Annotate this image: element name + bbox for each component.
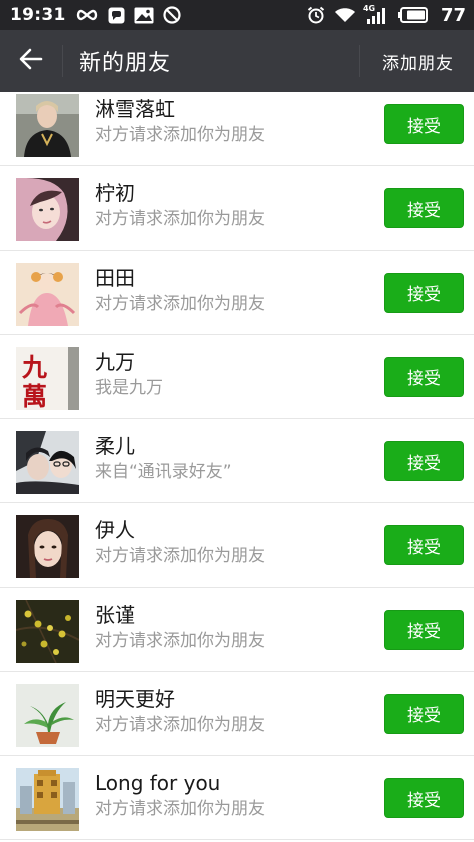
friend-request-row[interactable]: 淋雪落虹 对方请求添加你为朋友 接受 <box>0 92 474 167</box>
friend-message: 对方请求添加你为朋友 <box>95 630 265 651</box>
accept-button[interactable]: 接受 <box>384 188 464 229</box>
app-bar-divider <box>62 45 63 77</box>
status-left: 19:31 <box>10 5 181 25</box>
status-time: 19:31 <box>10 5 66 25</box>
back-button[interactable] <box>0 30 62 92</box>
friend-message: 对方请求添加你为朋友 <box>95 293 265 314</box>
accept-button[interactable]: 接受 <box>384 104 464 144</box>
friend-name: 柠初 <box>95 181 135 206</box>
image-icon <box>134 7 154 24</box>
friend-request-row[interactable]: 柠初 对方请求添加你为朋友 接受 <box>0 166 474 251</box>
avatar[interactable] <box>16 768 79 831</box>
friend-name: 伊人 <box>95 518 135 543</box>
friend-text: 淋雪落虹 对方请求添加你为朋友 <box>95 96 265 147</box>
signal-icon: 4G <box>362 3 389 24</box>
avatar[interactable] <box>16 515 79 579</box>
avatar[interactable] <box>16 431 79 494</box>
friend-message: 我是九万 <box>95 377 163 398</box>
status-right: 4G 77 <box>307 3 466 26</box>
friend-request-row[interactable]: 柔儿 来自“通讯录好友” 接受 <box>0 419 474 504</box>
add-friend-button[interactable]: 添加朋友 <box>360 30 474 92</box>
avatar[interactable] <box>16 599 79 663</box>
block-icon <box>163 6 181 24</box>
friend-message: 对方请求添加你为朋友 <box>95 714 265 735</box>
friend-text: Long for you 对方请求添加你为朋友 <box>95 770 265 821</box>
friend-name: 淋雪落虹 <box>95 97 175 121</box>
friend-text: 伊人 对方请求添加你为朋友 <box>95 517 265 568</box>
app-bar: 新的朋友 添加朋友 <box>0 30 474 92</box>
friend-message: 来自“通讯录好友” <box>95 462 232 482</box>
avatar[interactable] <box>16 94 79 157</box>
friend-message: 对方请求添加你为朋友 <box>95 125 265 145</box>
friend-list-content: 淋雪落虹 对方请求添加你为朋友 接受 柠初 对方请求添加你为朋友 接受 田田 对… <box>0 92 474 841</box>
avatar[interactable]: 九萬 <box>16 346 79 410</box>
friend-name: 明天更好 <box>95 686 175 711</box>
friend-request-row[interactable]: 田田 对方请求添加你为朋友 接受 <box>0 251 474 335</box>
accept-button[interactable]: 接受 <box>384 525 464 566</box>
svg-text:九: 九 <box>21 353 47 382</box>
avatar[interactable] <box>16 178 79 242</box>
friend-text: 柠初 对方请求添加你为朋友 <box>95 180 265 231</box>
friend-request-row[interactable]: 明天更好 对方请求添加你为朋友 接受 <box>0 672 474 756</box>
message-icon <box>108 7 125 24</box>
friend-message: 对方请求添加你为朋友 <box>95 799 265 819</box>
battery-level: 77 <box>440 4 466 26</box>
alarm-icon <box>307 6 325 24</box>
page-title: 新的朋友 <box>79 51 172 76</box>
friend-text: 明天更好 对方请求添加你为朋友 <box>95 686 265 737</box>
wifi-icon <box>334 7 356 23</box>
battery-icon <box>397 7 428 23</box>
friend-name: 田田 <box>95 265 135 290</box>
accept-button[interactable]: 接受 <box>384 693 464 734</box>
friend-name: Long for you <box>95 771 221 795</box>
friend-request-row[interactable]: 张谨 对方请求添加你为朋友 接受 <box>0 588 474 672</box>
infinity-icon <box>75 8 99 22</box>
accept-button[interactable]: 接受 <box>384 778 464 818</box>
friend-name: 张谨 <box>95 602 135 627</box>
accept-button[interactable]: 接受 <box>384 441 464 481</box>
friend-name: 柔儿 <box>95 434 135 458</box>
friend-message: 对方请求添加你为朋友 <box>95 546 265 567</box>
accept-button[interactable]: 接受 <box>384 272 464 313</box>
accept-button[interactable]: 接受 <box>384 356 464 397</box>
svg-text:萬: 萬 <box>22 382 47 410</box>
friend-text: 田田 对方请求添加你为朋友 <box>95 265 265 316</box>
friend-request-list[interactable]: 淋雪落虹 对方请求添加你为朋友 接受 柠初 对方请求添加你为朋友 接受 田田 对… <box>0 92 474 842</box>
friend-request-row[interactable]: 伊人 对方请求添加你为朋友 接受 <box>0 503 474 588</box>
back-arrow-icon <box>19 48 43 74</box>
friend-request-row[interactable]: 九萬 九万 我是九万 接受 <box>0 335 474 419</box>
friend-text: 柔儿 来自“通讯录好友” <box>95 433 232 484</box>
network-type-label: 4G <box>362 3 376 13</box>
friend-message: 对方请求添加你为朋友 <box>95 209 265 230</box>
friend-name: 九万 <box>95 349 135 374</box>
friend-text: 九万 我是九万 <box>95 349 163 400</box>
accept-button[interactable]: 接受 <box>384 609 464 650</box>
avatar[interactable] <box>16 683 79 747</box>
status-bar: 19:31 4G 77 <box>0 0 474 30</box>
avatar[interactable] <box>16 262 79 326</box>
friend-request-row[interactable]: Long for you 对方请求添加你为朋友 接受 <box>0 756 474 841</box>
friend-text: 张谨 对方请求添加你为朋友 <box>95 602 265 653</box>
